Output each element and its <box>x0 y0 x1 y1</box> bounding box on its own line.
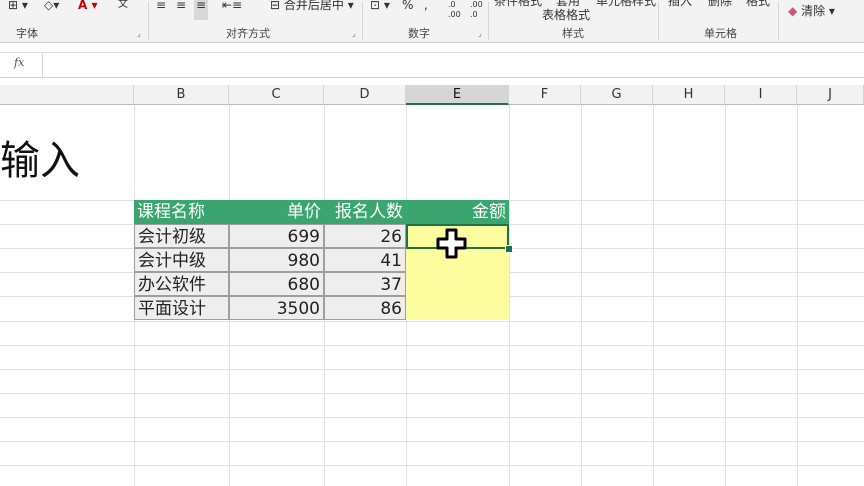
grid-line <box>0 465 864 466</box>
font-color-icon[interactable]: A ▾ <box>78 0 98 20</box>
group-separator <box>148 2 149 40</box>
grid-line <box>0 321 864 322</box>
table-cell-price[interactable]: 3500 <box>229 296 324 320</box>
table-header-course[interactable]: 课程名称 <box>134 200 229 224</box>
delete-button[interactable]: 删除 <box>708 0 732 16</box>
format-button[interactable]: 格式 <box>746 0 770 16</box>
ribbon-top-row: ⊞ ▾ ◇▾ A ▾ 文 ≡ ≡ ≡ ⇤≡ ⊟ 合并后居中 ▾ ⊡ ▾ % , … <box>0 0 864 22</box>
formula-separator <box>42 53 43 77</box>
grid-line <box>0 345 864 346</box>
table-header-enrollment[interactable]: 报名人数 <box>324 200 406 224</box>
clear-label: 清除 <box>801 4 826 18</box>
column-header-b[interactable]: B <box>134 85 229 105</box>
group-separator <box>778 2 779 40</box>
sheet-title[interactable]: 输入 <box>0 128 80 186</box>
table-cell-amount[interactable] <box>406 272 509 296</box>
table-cell-course[interactable]: 会计初级 <box>134 224 229 248</box>
group-label-styles: 样式 <box>562 27 584 40</box>
column-header-a-partial[interactable] <box>0 85 134 105</box>
table-cell-course[interactable]: 办公软件 <box>134 272 229 296</box>
column-header-j[interactable]: J <box>797 85 864 105</box>
decrease-decimal-icon[interactable]: .00.0 <box>470 0 483 20</box>
comma-button[interactable]: , <box>424 0 428 20</box>
table-cell-enrollment[interactable]: 86 <box>324 296 406 320</box>
table-cell-enrollment[interactable]: 41 <box>324 248 406 272</box>
plus-cursor-icon <box>436 228 467 259</box>
table-cell-price[interactable]: 699 <box>229 224 324 248</box>
insert-button[interactable]: 插入 <box>668 0 692 16</box>
group-separator <box>658 2 659 40</box>
formula-bar: fx <box>0 52 864 78</box>
formula-input[interactable] <box>44 53 864 77</box>
fill-handle[interactable] <box>505 245 513 253</box>
column-header-e[interactable]: E <box>406 85 509 105</box>
table-cell-price[interactable]: 980 <box>229 248 324 272</box>
font-dialog-launcher-icon[interactable]: ⌟ <box>137 29 141 38</box>
table-cell-price[interactable]: 680 <box>229 272 324 296</box>
table-cell-amount[interactable] <box>406 296 509 320</box>
conditional-format-button[interactable]: 条件格式 <box>494 0 542 16</box>
column-header-c[interactable]: C <box>229 85 324 105</box>
increase-decimal-icon[interactable]: .0.00 <box>448 0 461 20</box>
borders-icon[interactable]: ⊞ ▾ <box>8 0 28 20</box>
column-header-g[interactable]: G <box>581 85 653 105</box>
decrease-indent-icon[interactable]: ⇤≡ <box>222 0 242 20</box>
phonetic-icon[interactable]: 文 <box>118 0 128 20</box>
align-right-icon[interactable]: ≡ <box>194 0 209 20</box>
group-separator <box>362 2 363 40</box>
column-header-f[interactable]: F <box>509 85 581 105</box>
grid-line <box>0 369 864 370</box>
merge-center-label: 合并后居中 <box>283 0 344 12</box>
group-label-font: 字体 <box>16 27 38 40</box>
group-label-number: 数字 <box>408 27 430 40</box>
column-header-d[interactable]: D <box>324 85 406 105</box>
group-label-alignment: 对齐方式 <box>226 27 270 40</box>
group-label-cells: 单元格 <box>704 27 737 40</box>
table-cell-enrollment[interactable]: 26 <box>324 224 406 248</box>
table-header-price[interactable]: 单价 <box>229 200 324 224</box>
accounting-format-icon[interactable]: ⊡ ▾ <box>370 0 390 20</box>
ribbon: ⊞ ▾ ◇▾ A ▾ 文 ≡ ≡ ≡ ⇤≡ ⊟ 合并后居中 ▾ ⊡ ▾ % , … <box>0 0 864 43</box>
grid-line <box>0 441 864 442</box>
merge-icon: ⊟ <box>270 0 281 12</box>
merge-center-button[interactable]: ⊟ 合并后居中 ▾ <box>270 0 354 20</box>
table-cell-enrollment[interactable]: 37 <box>324 272 406 296</box>
number-dialog-launcher-icon[interactable]: ⌟ <box>478 29 482 38</box>
table-cell-course[interactable]: 会计中级 <box>134 248 229 272</box>
cell-styles-button[interactable]: 单元格样式 <box>596 0 656 16</box>
column-header-h[interactable]: H <box>653 85 725 105</box>
clear-button[interactable]: ◆ 清除 ▾ <box>788 4 835 26</box>
fill-color-icon[interactable]: ◇▾ <box>44 0 59 20</box>
alignment-dialog-launcher-icon[interactable]: ⌟ <box>352 29 356 38</box>
table-cell-course[interactable]: 平面设计 <box>134 296 229 320</box>
table-header-amount[interactable]: 金额 <box>406 200 509 224</box>
group-separator <box>488 2 489 40</box>
column-header-i[interactable]: I <box>725 85 797 105</box>
grid-line <box>0 393 864 394</box>
align-left-icon[interactable]: ≡ <box>156 0 166 20</box>
grid-line <box>0 417 864 418</box>
fx-icon[interactable]: fx <box>14 56 24 69</box>
percent-button[interactable]: % <box>402 0 413 20</box>
eraser-icon: ◆ <box>788 4 798 18</box>
align-center-icon[interactable]: ≡ <box>176 0 186 20</box>
